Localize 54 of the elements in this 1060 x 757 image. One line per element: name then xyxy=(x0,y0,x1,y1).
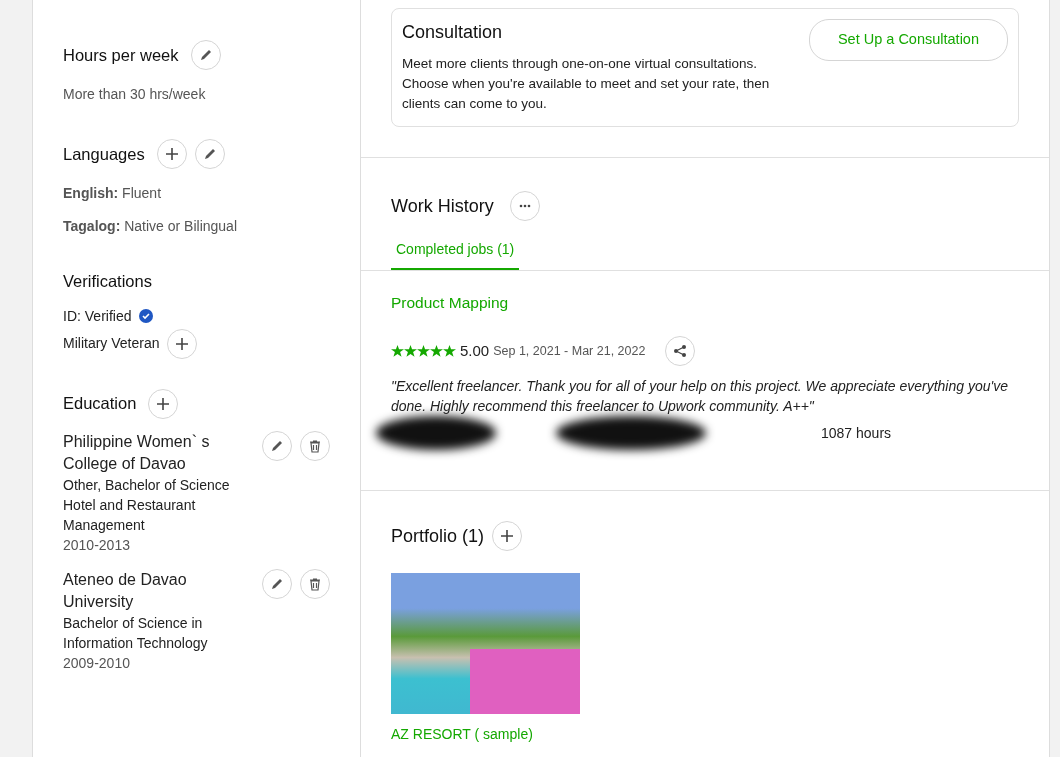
portfolio-title-link[interactable]: AZ RESORT ( sample) xyxy=(391,724,533,746)
add-button[interactable] xyxy=(156,139,187,169)
years-text: 2010-2013 xyxy=(63,535,131,555)
description-text: Meet more clients through one-on-one virtual consultations. Choose when you're available to meet and set your rate, then clients can come to you. xyxy=(402,55,771,113)
job-title-link[interactable]: Product Mapping xyxy=(391,294,509,311)
pencil-icon xyxy=(202,147,217,161)
detail-text: More than 30 hrs/week xyxy=(63,85,207,104)
share-button[interactable] xyxy=(665,336,696,367)
edit-button[interactable] xyxy=(262,568,292,599)
pencil-icon xyxy=(270,438,284,453)
add-button[interactable] xyxy=(148,388,179,419)
school-name: Ateneo de Davao University xyxy=(63,569,188,612)
hours-text: 1087 hours xyxy=(821,423,892,443)
trash-icon xyxy=(308,438,322,453)
add-button[interactable] xyxy=(492,521,523,552)
edit-button[interactable] xyxy=(262,430,292,461)
plus-icon xyxy=(164,147,179,161)
section-title: Portfolio (1) xyxy=(391,524,485,548)
detail-text: Tagalog: Native or Bilingual xyxy=(63,217,239,236)
edit-button[interactable] xyxy=(190,40,221,70)
verification-text: ID: Verified xyxy=(63,306,132,326)
plus-icon xyxy=(500,529,515,544)
section-title: Work History xyxy=(391,194,494,218)
date-range: Sep 1, 2021 - Mar 21, 2022 xyxy=(493,342,646,360)
add-button[interactable] xyxy=(167,328,198,359)
degree-text: Other, Bachelor of Science Hotel and Restaurant Management xyxy=(63,475,231,535)
verification-text: Military Veteran xyxy=(63,334,160,354)
review-text: "Excellent freelancer. Thank you for all of your help on this project. We appreciate everything you've done. Highly recommend this freelancer to Upwork community. A++" xyxy=(391,377,1009,417)
trash-icon xyxy=(308,576,322,591)
degree-text: Bachelor of Science in Information Technology xyxy=(63,613,209,653)
star-icon xyxy=(443,344,456,358)
section-title: Verifications xyxy=(63,271,152,292)
star-icon xyxy=(404,344,417,358)
rating-text: 5.00 xyxy=(460,341,490,361)
tab[interactable]: Completed jobs (1) xyxy=(391,239,520,270)
edit-button[interactable] xyxy=(194,139,225,169)
section-title: Hours per week xyxy=(63,44,179,66)
delete-button[interactable] xyxy=(300,430,330,461)
section-title: Languages xyxy=(63,143,145,165)
school-name: Philippine Women` s College of Davao xyxy=(63,431,211,474)
detail-text: English: Fluent xyxy=(63,184,163,203)
card-title: Consultation xyxy=(402,21,504,44)
pencil-icon xyxy=(198,48,213,62)
years-text: 2009-2010 xyxy=(63,653,131,673)
delete-button[interactable] xyxy=(300,568,330,599)
consultation-button[interactable]: Set Up a Consultation xyxy=(808,19,1008,61)
star-icon xyxy=(430,344,443,358)
plus-icon xyxy=(175,336,190,351)
star-icon xyxy=(417,344,430,358)
pencil-icon xyxy=(270,576,284,591)
plus-icon xyxy=(156,396,171,411)
share-icon xyxy=(673,344,688,359)
section-title: Education xyxy=(63,393,137,415)
star-icon xyxy=(391,344,404,358)
